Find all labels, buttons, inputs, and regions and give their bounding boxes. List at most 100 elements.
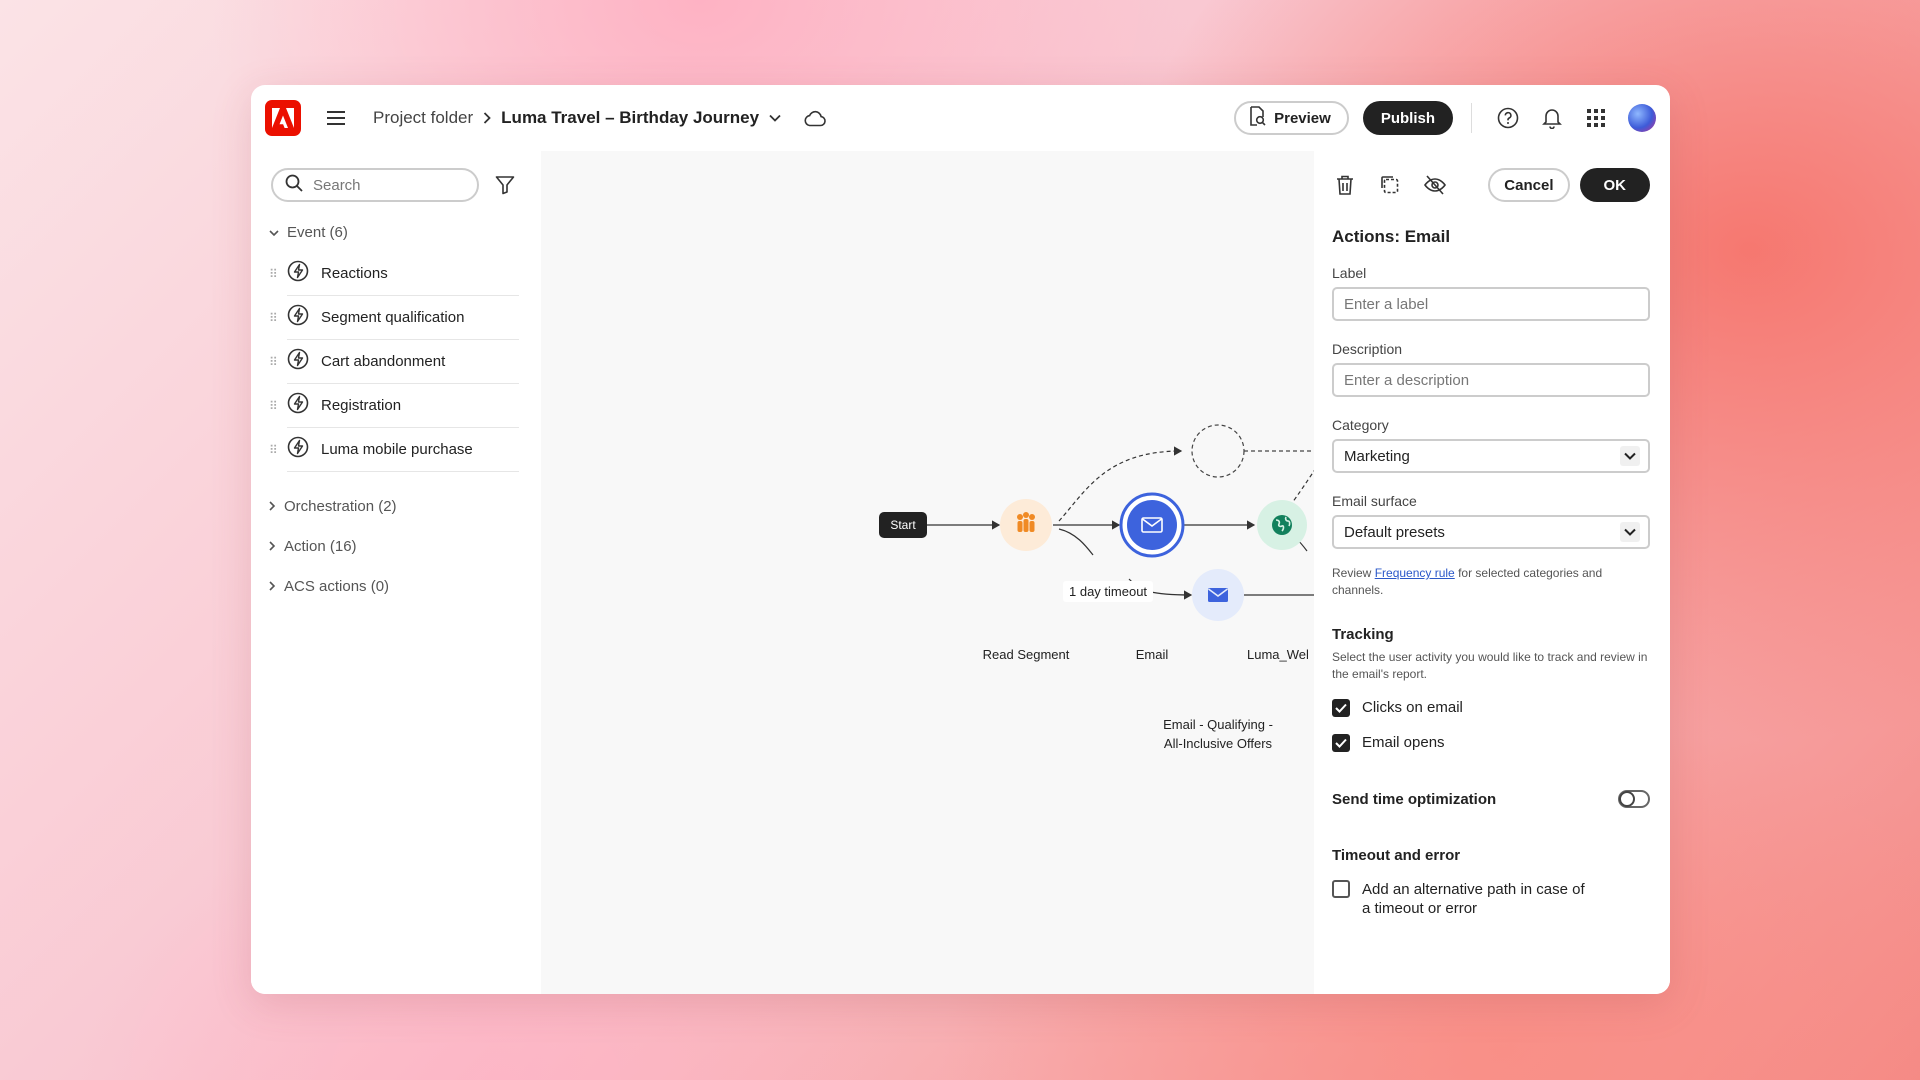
frequency-hint-prefix: Review	[1332, 566, 1375, 580]
send-time-optimization-row: Send time optimization	[1332, 790, 1650, 808]
email-qualifying-label: Email - Qualifying - All-Inclusive Offer…	[1148, 715, 1288, 753]
lightning-icon	[287, 436, 309, 463]
cancel-button[interactable]: Cancel	[1488, 168, 1570, 202]
email-qualifying-label-line2: All-Inclusive Offers	[1163, 736, 1273, 751]
header-divider	[1471, 103, 1472, 133]
email-surface-select[interactable]: Default presets	[1332, 515, 1650, 549]
event-list: ⠿ Reactions ⠿ Segment qualification ⠿ Ca…	[251, 252, 541, 472]
email-label: Email	[1135, 647, 1169, 662]
chevron-down-icon[interactable]	[769, 114, 781, 122]
cloud-icon[interactable]	[803, 109, 827, 127]
event-group-header[interactable]: Event (6)	[251, 220, 541, 244]
luma-wel-label: Luma_Wel	[1247, 647, 1309, 662]
clicks-on-email-label: Clicks on email	[1362, 699, 1463, 716]
category-field-label: Category	[1332, 417, 1389, 433]
start-node[interactable]: Start	[879, 512, 927, 538]
preview-label: Preview	[1274, 109, 1331, 127]
alternative-path-option[interactable]: Add an alternative path in case of a tim…	[1332, 880, 1650, 918]
timeout-label: 1 day timeout	[1063, 581, 1154, 602]
preview-button[interactable]: Preview	[1234, 101, 1349, 135]
filter-icon[interactable]	[495, 175, 515, 195]
acs-actions-group-label: ACS actions (0)	[284, 577, 390, 595]
timeout-error-title: Timeout and error	[1332, 847, 1461, 864]
frequency-hint: Review Frequency rule for selected categ…	[1332, 565, 1650, 599]
lightning-icon	[287, 348, 309, 375]
hamburger-menu-icon[interactable]	[325, 107, 347, 129]
drag-handle-icon[interactable]: ⠿	[269, 268, 279, 280]
list-item[interactable]: ⠿ Segment qualification	[251, 296, 541, 340]
clicks-on-email-checkbox[interactable]	[1332, 699, 1350, 717]
envelope-icon	[1208, 588, 1228, 602]
help-icon[interactable]	[1496, 106, 1520, 130]
journey-title: Luma Travel – Birthday Journey	[501, 108, 760, 127]
journey-nodes	[1000, 424, 1314, 621]
description-input[interactable]	[1332, 363, 1650, 397]
list-item[interactable]: ⠿ Registration	[251, 384, 541, 428]
list-item-label: Segment qualification	[321, 309, 465, 326]
event-group-label: Event (6)	[287, 223, 348, 241]
clicks-on-email-option[interactable]: Clicks on email	[1332, 699, 1650, 717]
hide-icon[interactable]	[1422, 172, 1448, 198]
placeholder-node[interactable]	[1191, 424, 1245, 478]
duplicate-icon[interactable]	[1377, 172, 1403, 198]
acs-actions-group-header[interactable]: ACS actions (0)	[251, 566, 541, 606]
label-field-label: Label	[1332, 265, 1367, 281]
action-group-header[interactable]: Action (16)	[251, 526, 541, 566]
panel-title: Actions: Email	[1332, 227, 1451, 246]
list-item-label: Reactions	[321, 265, 388, 282]
tracking-title: Tracking	[1332, 626, 1394, 643]
chevron-down-icon	[1620, 522, 1640, 542]
left-panel: Event (6) ⠿ Reactions ⠿ Segment qua	[251, 151, 541, 994]
breadcrumb-parent[interactable]: Project folder	[373, 108, 473, 128]
drag-handle-icon[interactable]: ⠿	[269, 400, 279, 412]
label-input[interactable]	[1332, 287, 1650, 321]
chevron-right-icon	[269, 578, 276, 595]
people-icon	[1017, 512, 1035, 532]
search-box	[271, 168, 479, 202]
email-surface-field-label: Email surface	[1332, 493, 1417, 509]
alternative-path-checkbox[interactable]	[1332, 880, 1350, 898]
drag-handle-icon[interactable]: ⠿	[269, 312, 279, 324]
chevron-down-icon	[1620, 446, 1640, 466]
email-qualifying-label-line1: Email - Qualifying -	[1163, 717, 1273, 732]
chevron-right-icon	[269, 498, 276, 515]
read-segment-label: Read Segment	[982, 647, 1070, 662]
email-opens-option[interactable]: Email opens	[1332, 734, 1650, 752]
top-header: Project folder Luma Travel – Birthday Jo…	[251, 85, 1670, 151]
frequency-rule-link[interactable]: Frequency rule	[1375, 566, 1455, 580]
chevron-right-icon	[269, 538, 276, 555]
globe-icon	[1272, 515, 1292, 535]
apps-grid-icon[interactable]	[1584, 106, 1608, 130]
list-item-label: Registration	[321, 397, 402, 414]
email-opens-checkbox[interactable]	[1332, 734, 1350, 752]
drag-handle-icon[interactable]: ⠿	[269, 444, 279, 456]
search-input[interactable]	[313, 176, 463, 194]
alternative-path-label: Add an alternative path in case of a tim…	[1362, 880, 1585, 918]
category-select[interactable]: Marketing	[1332, 439, 1650, 473]
publish-button[interactable]: Publish	[1362, 101, 1453, 135]
ok-button[interactable]: OK	[1579, 168, 1650, 202]
list-item[interactable]: ⠿ Reactions	[251, 252, 541, 296]
lightning-icon	[287, 260, 309, 287]
bell-icon[interactable]	[1540, 106, 1564, 130]
email-node[interactable]	[1127, 500, 1177, 550]
trash-icon[interactable]	[1332, 172, 1358, 198]
header-actions: Preview Publish	[1234, 101, 1656, 135]
alternative-path-label-line1: Add an alternative path in case of	[1362, 881, 1585, 898]
alternative-path-label-line2: a timeout or error	[1362, 900, 1478, 917]
list-item[interactable]: ⠿ Cart abandonment	[251, 340, 541, 384]
drag-handle-icon[interactable]: ⠿	[269, 356, 279, 368]
user-avatar[interactable]	[1628, 104, 1656, 132]
search-icon	[285, 174, 303, 197]
breadcrumb-chevron-icon	[483, 112, 491, 124]
category-value: Marketing	[1344, 447, 1410, 465]
journey-canvas[interactable]: Start Read Segment Email Luma_Wel Email …	[541, 151, 1326, 994]
send-time-optimization-toggle[interactable]	[1618, 790, 1650, 808]
email-opens-label: Email opens	[1362, 734, 1445, 751]
chevron-down-icon	[269, 224, 279, 241]
send-time-optimization-label: Send time optimization	[1332, 790, 1497, 808]
adobe-logo-icon[interactable]	[265, 100, 301, 136]
properties-toolbar: Cancel OK	[1332, 167, 1650, 203]
list-item[interactable]: ⠿ Luma mobile purchase	[251, 428, 541, 472]
orchestration-group-header[interactable]: Orchestration (2)	[251, 486, 541, 526]
